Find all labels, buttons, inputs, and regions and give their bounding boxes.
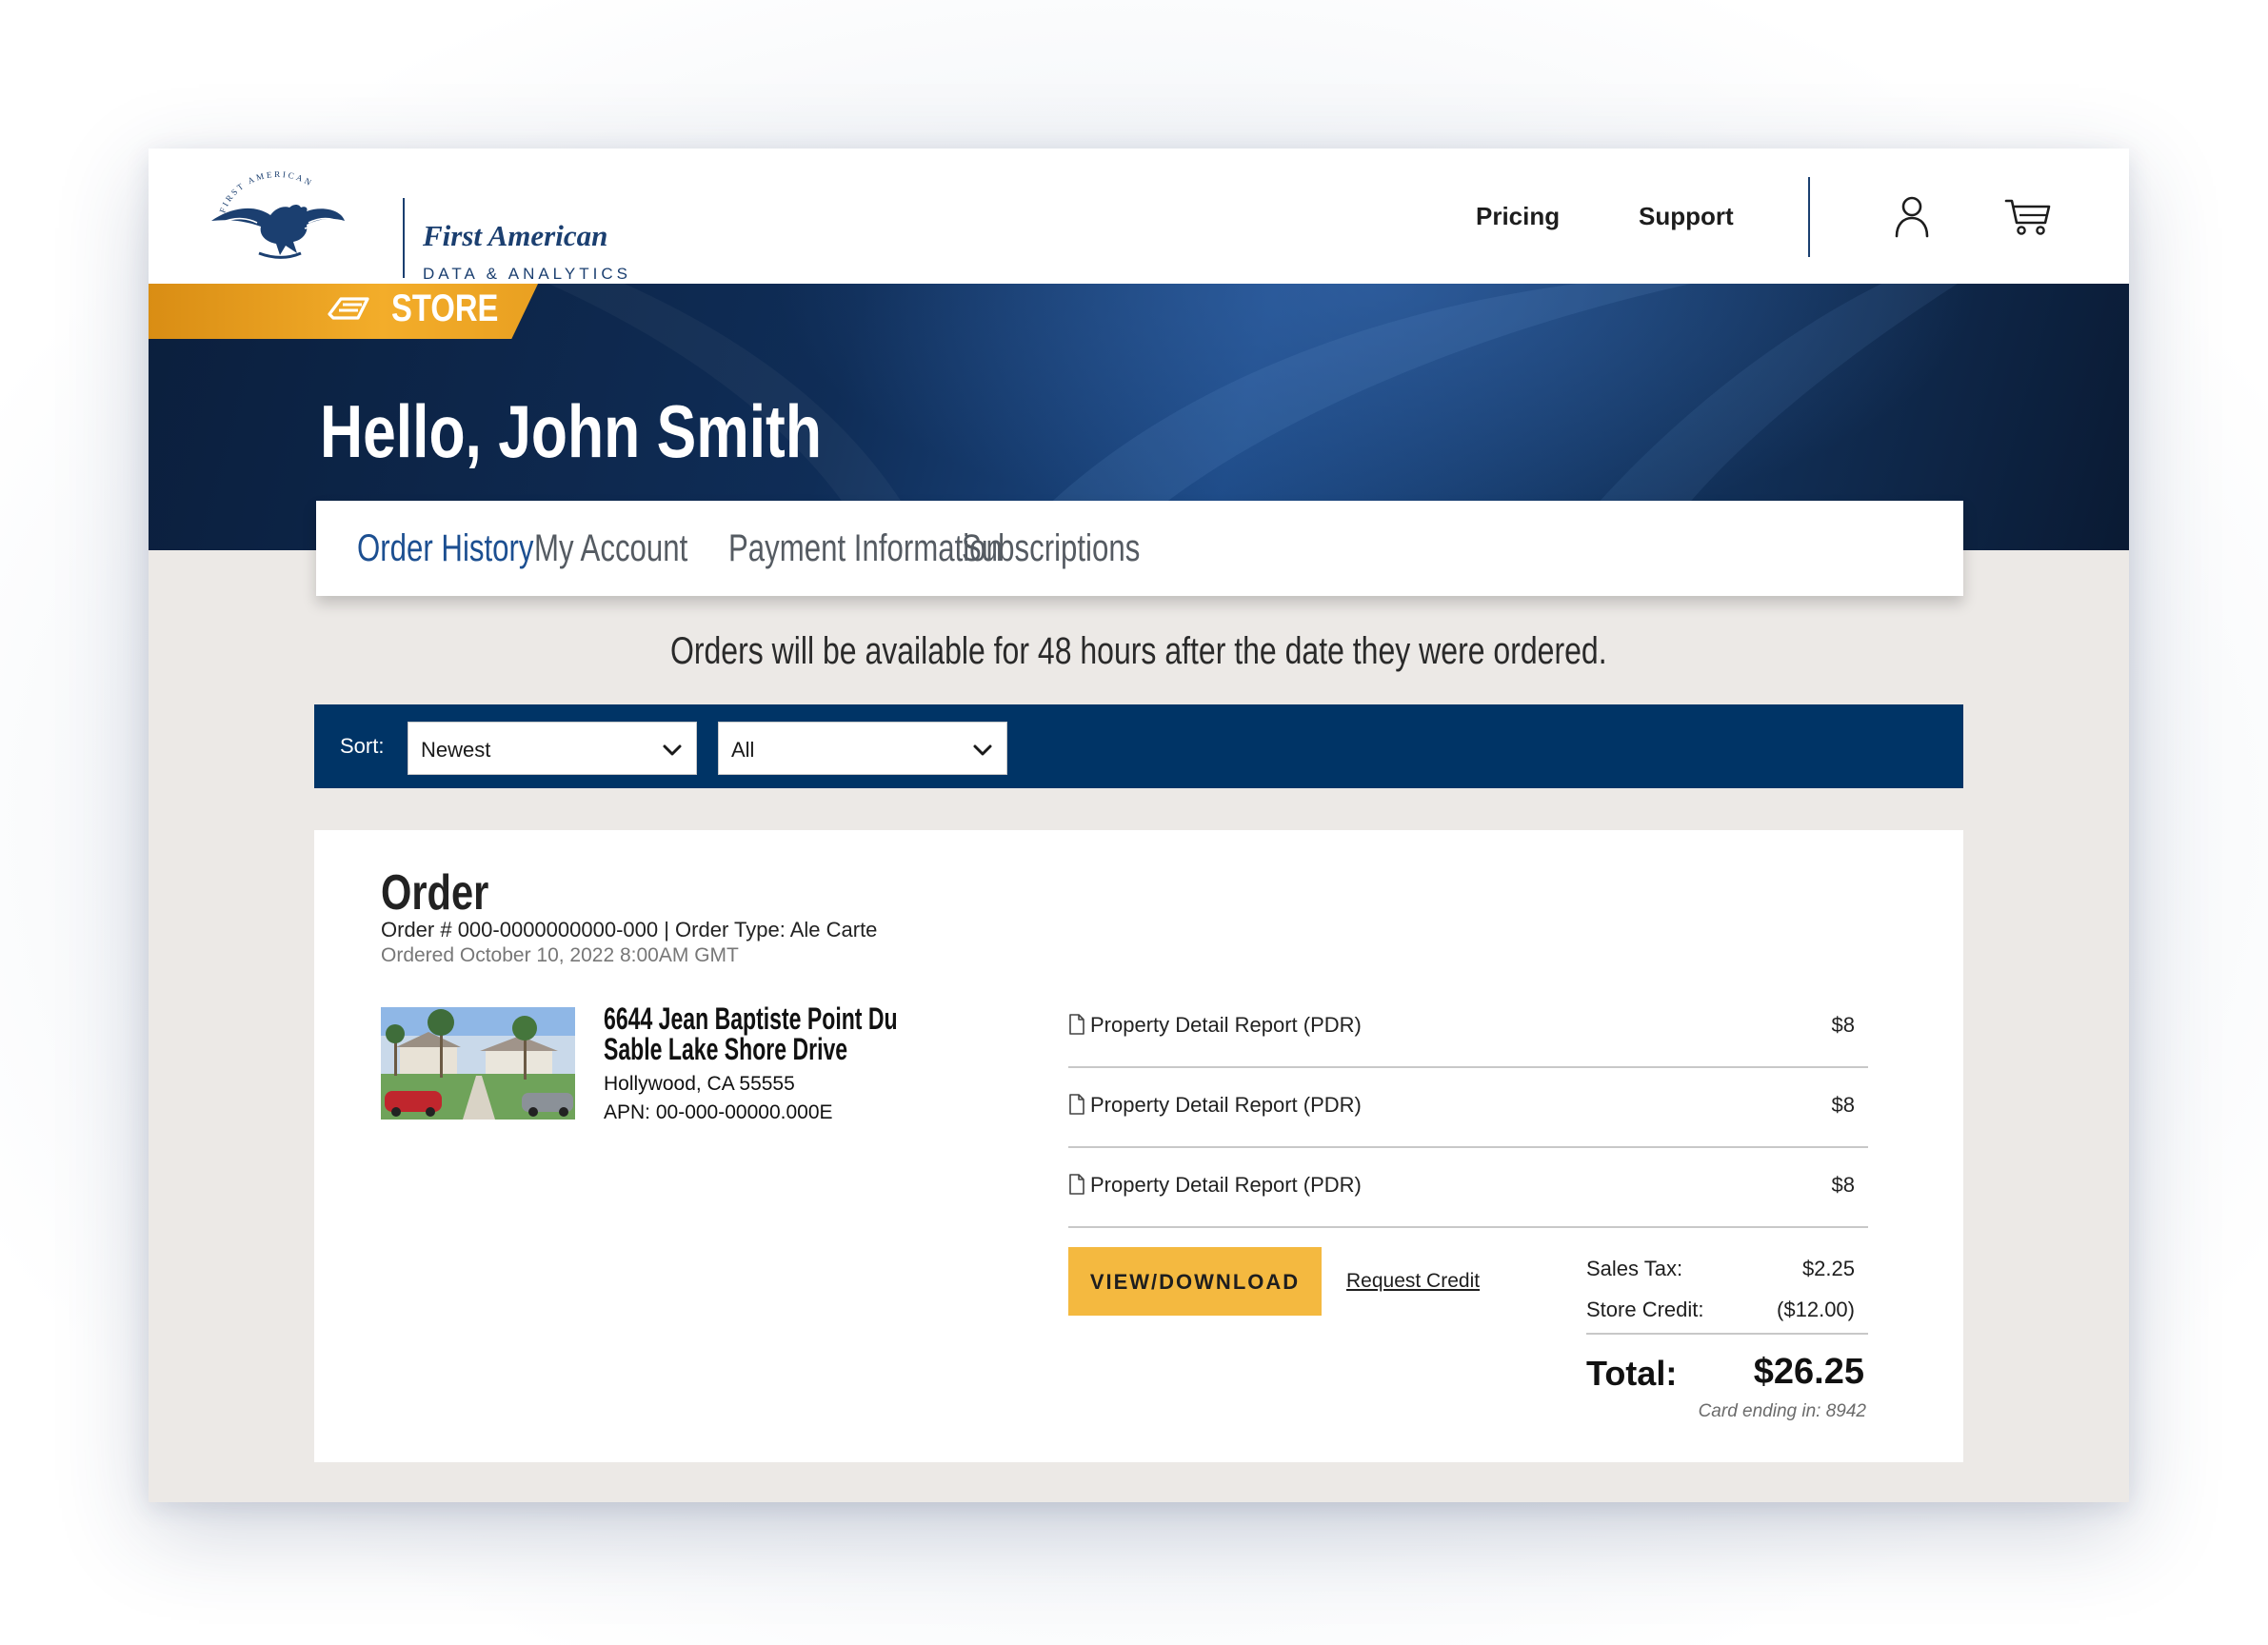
sales-tax-value: $2.25 (1801, 1257, 1855, 1280)
property-city: Hollywood, CA 55555 (604, 1073, 795, 1095)
sort-select[interactable]: Newest (408, 722, 697, 775)
sales-tax-label: Sales Tax: (1586, 1257, 1683, 1280)
account-tabs: Order History My Account Payment Informa… (316, 501, 1963, 596)
item-price: $8 (1831, 1173, 1855, 1197)
nav-support-link[interactable]: Support (1639, 202, 1734, 231)
document-icon (1069, 1094, 1084, 1115)
store-tag-icon (328, 297, 369, 320)
store-label: STORE (391, 287, 499, 329)
total-value: $26.25 (1753, 1352, 1864, 1392)
availability-notice: Orders will be available for 48 hours af… (149, 630, 2129, 673)
order-meta: Order # 000-0000000000-000 | Order Type:… (381, 918, 878, 941)
type-filter-select[interactable]: All (718, 722, 1007, 775)
chevron-down-icon (663, 744, 682, 756)
summary-divider (1586, 1333, 1868, 1335)
nav-pricing-link[interactable]: Pricing (1476, 202, 1560, 231)
logo-divider (403, 198, 405, 278)
cart-icon[interactable] (2003, 192, 2053, 242)
list-item[interactable]: Property Detail Report (PDR) $8 (1068, 1148, 1868, 1228)
item-price: $8 (1831, 1093, 1855, 1117)
view-download-button[interactable]: VIEW/DOWNLOAD (1068, 1247, 1322, 1316)
browser-window: FIRST AMERICAN First American DATA & ANA… (149, 149, 2129, 1502)
property-apn: APN: 00-000-00000.000E (604, 1101, 833, 1123)
item-name: Property Detail Report (PDR) (1090, 1173, 1362, 1197)
order-date: Ordered October 10, 2022 8:00AM GMT (381, 944, 739, 966)
tab-subscriptions[interactable]: Subscriptions (962, 527, 1140, 570)
total-label: Total: (1586, 1354, 1678, 1393)
sort-select-value: Newest (421, 738, 491, 762)
order-items-list: Property Detail Report (PDR) $8 Property… (1068, 988, 1868, 1228)
request-credit-link[interactable]: Request Credit (1346, 1270, 1480, 1293)
item-name: Property Detail Report (PDR) (1090, 1013, 1362, 1037)
brand-name: First American (423, 219, 608, 252)
chevron-down-icon (973, 744, 992, 756)
tab-my-account[interactable]: My Account (534, 527, 687, 570)
item-name: Property Detail Report (PDR) (1090, 1093, 1362, 1117)
brand-tagline: DATA & ANALYTICS (423, 265, 631, 283)
order-title: Order (381, 865, 489, 921)
property-address-line2: Sable Lake Shore Drive (604, 1032, 848, 1066)
card-ending: Card ending in: 8942 (1698, 1401, 1866, 1421)
order-card: Order Order # 000-0000000000-000 | Order… (314, 830, 1963, 1462)
store-credit-label: Store Credit: (1586, 1298, 1704, 1321)
tab-order-history[interactable]: Order History (357, 527, 533, 570)
sort-label: Sort: (340, 734, 385, 758)
first-american-logo[interactable]: FIRST AMERICAN First American DATA & ANA… (202, 169, 627, 283)
greeting-heading: Hello, John Smith (320, 389, 822, 473)
top-navigation: FIRST AMERICAN First American DATA & ANA… (149, 149, 2129, 284)
filter-bar: Sort: Newest All (314, 704, 1963, 788)
type-filter-value: All (731, 738, 755, 762)
item-price: $8 (1831, 1013, 1855, 1037)
document-icon (1069, 1014, 1084, 1035)
eagle-seal-icon: FIRST AMERICAN (211, 169, 345, 259)
nav-divider (1808, 177, 1810, 257)
user-icon[interactable] (1887, 192, 1937, 242)
list-item[interactable]: Property Detail Report (PDR) $8 (1068, 988, 1868, 1068)
availability-notice-text: Orders will be available for 48 hours af… (670, 630, 1607, 672)
document-icon (1069, 1174, 1084, 1195)
store-tab[interactable]: STORE (149, 284, 539, 339)
list-item[interactable]: Property Detail Report (PDR) $8 (1068, 1068, 1868, 1148)
view-download-label: VIEW/DOWNLOAD (1089, 1270, 1301, 1294)
property-thumbnail (381, 1007, 575, 1120)
store-credit-value: ($12.00) (1777, 1298, 1855, 1321)
